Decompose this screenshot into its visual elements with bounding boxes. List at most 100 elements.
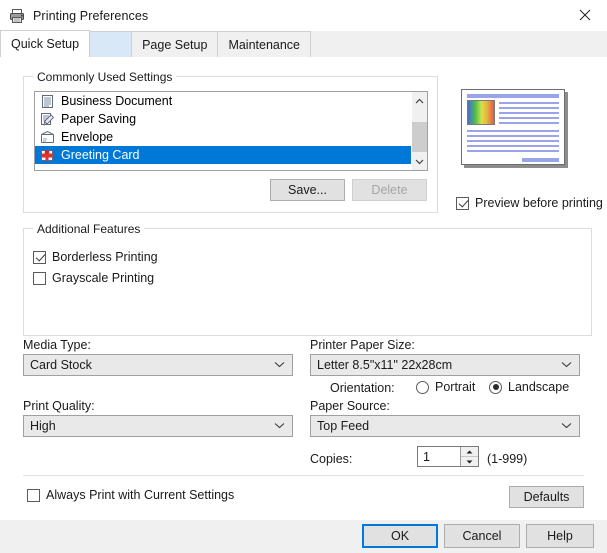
copies-input[interactable]: 1 xyxy=(418,447,460,466)
preview-text-line xyxy=(499,107,559,109)
defaults-button-label: Defaults xyxy=(523,490,570,504)
preview-text-line xyxy=(467,145,559,147)
checkbox-box xyxy=(33,271,46,285)
tab-maintenance[interactable]: Maintenance xyxy=(217,31,312,57)
list-item[interactable]: Business Document xyxy=(35,92,412,110)
preview-footer-bar xyxy=(522,158,559,162)
preview-text-line xyxy=(499,102,559,104)
list-item[interactable]: Paper Saving xyxy=(35,110,412,128)
checkbox-box xyxy=(27,488,40,502)
paper-source-value: Top Feed xyxy=(317,419,370,433)
orientation-landscape-label: Landscape xyxy=(508,380,570,394)
preview-text-line xyxy=(499,122,559,124)
tab-maintenance-label: Maintenance xyxy=(228,37,301,52)
close-icon[interactable] xyxy=(562,0,607,30)
commonly-used-settings-group: Commonly Used Settings Business Document… xyxy=(23,70,438,213)
copies-spin-buttons[interactable] xyxy=(460,447,478,466)
divider xyxy=(23,475,584,476)
delete-button: Delete xyxy=(352,179,427,201)
chevron-down-icon xyxy=(274,360,285,370)
scrollbar-thumb[interactable] xyxy=(412,122,427,152)
printing-preferences-dialog: Printing Preferences Quick Setup Page Se… xyxy=(0,0,607,553)
list-item[interactable]: Greeting Card xyxy=(35,146,412,164)
print-quality-value: High xyxy=(30,419,56,433)
printer-paper-size-select[interactable]: Letter 8.5"x11" 22x28cm xyxy=(310,354,580,376)
delete-button-label: Delete xyxy=(371,183,408,197)
preview-before-printing-label: Preview before printing xyxy=(475,196,603,210)
printer-paper-size-value: Letter 8.5"x11" 22x28cm xyxy=(317,358,453,372)
print-preview-thumbnail xyxy=(461,89,569,169)
tab-page-setup-label: Page Setup xyxy=(142,37,208,52)
spinner-down-icon[interactable] xyxy=(461,457,478,466)
help-button[interactable]: Help xyxy=(526,524,594,548)
tab-blank[interactable] xyxy=(89,31,133,57)
envelope-icon xyxy=(40,130,55,145)
print-quality-label: Print Quality: xyxy=(23,399,95,413)
printer-paper-size-label: Printer Paper Size: xyxy=(310,338,415,352)
preview-before-printing-checkbox[interactable]: Preview before printing xyxy=(456,196,603,210)
grayscale-printing-checkbox[interactable]: Grayscale Printing xyxy=(33,271,154,285)
print-quality-select[interactable]: High xyxy=(23,415,293,437)
copies-stepper[interactable]: 1 xyxy=(417,446,479,467)
preview-color-image xyxy=(467,100,495,125)
list-item[interactable]: Envelope xyxy=(35,128,412,146)
orientation-label: Orientation: xyxy=(330,381,395,395)
tab-strip: Quick Setup Page Setup Maintenance xyxy=(0,30,607,58)
scroll-up-icon[interactable] xyxy=(412,92,427,109)
tab-page-setup[interactable]: Page Setup xyxy=(131,31,219,57)
ok-button-label: OK xyxy=(390,529,410,543)
list-item-label: Greeting Card xyxy=(61,148,140,162)
cancel-button-label: Cancel xyxy=(462,529,502,543)
commonly-used-settings-legend: Commonly Used Settings xyxy=(33,70,177,84)
media-type-select[interactable]: Card Stock xyxy=(23,354,293,376)
window-title: Printing Preferences xyxy=(33,8,149,23)
preview-text-line xyxy=(499,117,559,119)
tab-quick-setup-label: Quick Setup xyxy=(11,37,80,51)
media-type-label: Media Type: xyxy=(23,338,91,352)
document-icon xyxy=(40,94,55,109)
paper-saving-icon xyxy=(40,112,55,127)
chevron-down-icon xyxy=(561,421,572,431)
orientation-radio-landscape[interactable]: Landscape xyxy=(489,380,569,394)
defaults-button[interactable]: Defaults xyxy=(509,486,584,508)
chevron-down-icon xyxy=(274,421,285,431)
always-print-label: Always Print with Current Settings xyxy=(46,488,235,502)
help-button-label: Help xyxy=(547,529,573,543)
greeting-card-icon xyxy=(40,148,55,163)
list-item-label: Paper Saving xyxy=(61,112,137,126)
list-scrollbar[interactable] xyxy=(411,92,427,170)
additional-features-legend: Additional Features xyxy=(33,222,145,236)
spinner-up-icon[interactable] xyxy=(461,447,478,457)
orientation-radio-portrait[interactable]: Portrait xyxy=(416,380,475,394)
tab-quick-setup[interactable]: Quick Setup xyxy=(0,30,91,57)
media-type-value: Card Stock xyxy=(30,358,92,372)
commonly-used-settings-list[interactable]: Business Document Paper Saving Envelope … xyxy=(34,91,428,171)
checkbox-box xyxy=(456,196,469,210)
preview-text-line xyxy=(467,140,559,142)
list-item-label: Business Document xyxy=(61,94,173,108)
paper-source-label: Paper Source: xyxy=(310,399,390,413)
scroll-down-icon[interactable] xyxy=(412,153,427,170)
paper-source-select[interactable]: Top Feed xyxy=(310,415,580,437)
save-button-label: Save... xyxy=(288,183,327,197)
preview-paper xyxy=(461,89,565,165)
chevron-down-icon xyxy=(561,360,572,370)
preview-header-bar xyxy=(467,94,559,98)
always-print-checkbox[interactable]: Always Print with Current Settings xyxy=(27,488,234,502)
radio-dot xyxy=(489,380,502,394)
borderless-printing-label: Borderless Printing xyxy=(52,250,158,264)
radio-dot xyxy=(416,380,429,394)
list-item-label: Envelope xyxy=(61,130,114,144)
ok-button[interactable]: OK xyxy=(362,524,438,548)
save-button[interactable]: Save... xyxy=(270,179,345,201)
quick-setup-panel: Commonly Used Settings Business Document… xyxy=(0,57,607,520)
printer-icon xyxy=(9,8,25,24)
preview-text-line xyxy=(467,135,559,137)
orientation-portrait-label: Portrait xyxy=(435,380,476,394)
preview-text-line xyxy=(467,150,559,152)
copies-range-hint: (1-999) xyxy=(487,452,528,466)
preview-text-line xyxy=(467,130,559,132)
borderless-printing-checkbox[interactable]: Borderless Printing xyxy=(33,250,158,264)
cancel-button[interactable]: Cancel xyxy=(444,524,520,548)
grayscale-printing-label: Grayscale Printing xyxy=(52,271,155,285)
